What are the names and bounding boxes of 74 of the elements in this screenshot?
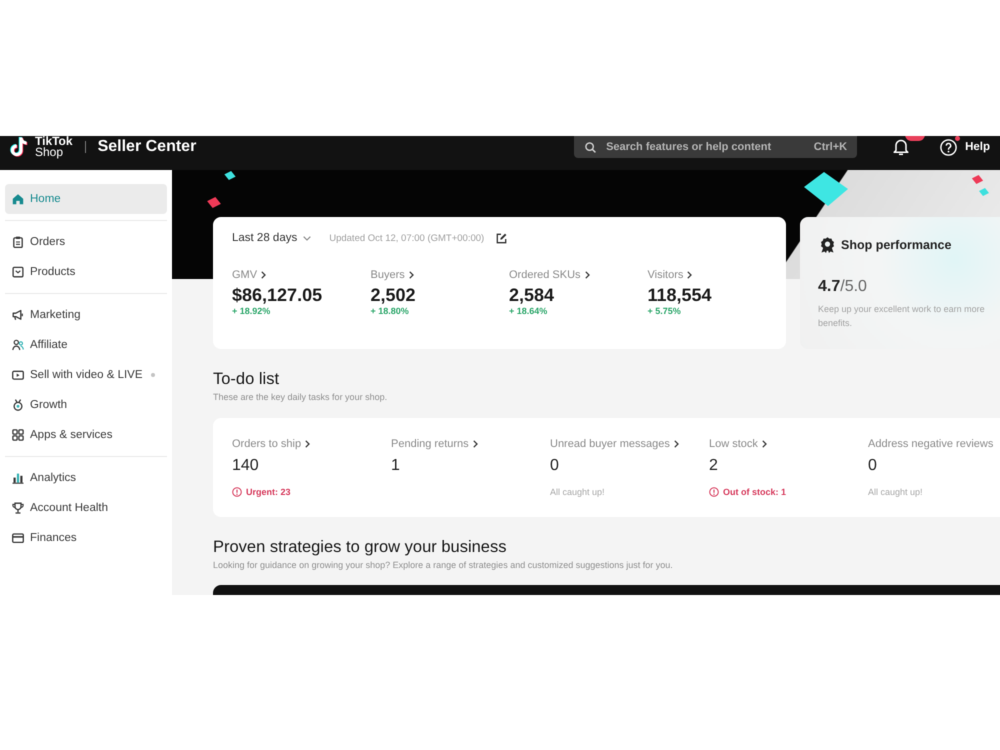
video-icon [12,369,24,381]
metric-change: + 18.80% [370,306,409,317]
chevron-icon [261,271,266,279]
card-icon [12,532,24,544]
period-dropdown[interactable]: Last 28 days [232,232,312,244]
confetti-icon [804,172,848,206]
notifications-button[interactable] [893,138,910,156]
chevron-icon [674,440,679,448]
todo-count: 2 [709,456,718,476]
alert-icon [709,487,719,497]
caret-icon [303,236,312,240]
sidebar-item[interactable]: Affiliate [5,330,167,360]
sidebar-item[interactable]: Analytics [5,463,167,493]
trophy-icon [12,502,24,514]
bell-icon [893,138,910,156]
metric-value: 2,502 [370,284,416,306]
chevron-icon [687,271,692,279]
section-subtitle: Looking for guidance on growing your shop? Explore a range of strategies and customized suggestions just for you. [213,559,673,571]
package-icon [12,266,24,278]
status-text: All caught up! [550,486,605,498]
confetti-icon [207,197,221,208]
section-title: Proven strategies to grow your business [213,537,506,557]
section-title: To-do list [213,369,280,389]
sidebar-item[interactable]: Sell with video & LIVE [5,360,167,390]
alert-text: Out of stock: 1 [723,486,786,498]
chevron-icon [305,440,310,448]
sidebar-item[interactable]: Marketing [5,300,167,330]
alert-text: Urgent: 23 [246,486,291,498]
logo-text: TikTok [35,136,73,147]
sidebar-item[interactable]: Apps & services [5,420,167,450]
clipboard-icon [12,236,24,248]
help-button[interactable]: Help [940,138,990,156]
metric-value: 2,584 [509,284,554,306]
shortcut-hint: Ctrl+K [814,140,848,155]
metric-change: + 18.92% [232,306,270,317]
edit-icon[interactable] [496,232,508,244]
app-title: Seller Center [98,137,196,157]
grid-icon [12,429,24,441]
status-text: All caught up! [868,486,923,498]
bar-chart-icon [12,472,24,484]
sidebar-item[interactable]: Products [5,257,167,287]
confetti-icon [979,188,989,196]
chevron-icon [408,271,414,279]
music-note-logo-icon [10,136,28,158]
sidebar-item[interactable]: Account Health [5,493,167,523]
todo-count: 140 [232,456,259,476]
confetti-icon [971,175,984,184]
sidebar-item[interactable]: Growth [5,390,167,420]
metric-value: 118,554 [648,284,712,306]
performance-score: 4.7/5.0 [818,277,867,297]
medal-icon [12,399,24,411]
todo-count: 1 [391,456,400,476]
home-icon [12,193,24,205]
search-icon [585,142,596,152]
section-subtitle: These are the key daily tasks for your shop. [213,391,388,403]
todo-count: 0 [868,456,877,476]
chevron-icon [584,271,590,279]
chevron-icon [762,440,767,448]
logo-subtext: Shop [35,147,64,158]
metric-change: + 5.75% [648,306,681,317]
card-title: Shop performance [841,238,952,252]
chevron-icon [472,440,478,448]
todo-count: 0 [550,456,559,476]
help-icon [940,138,958,156]
medal-icon [820,237,835,253]
alert-icon [232,487,242,497]
card-message: Keep up your excellent work to earn more benefits. [818,303,986,330]
people-icon [12,339,24,351]
megaphone-icon [12,309,24,321]
metric-change: + 18.64% [509,306,548,317]
updated-time: Updated Oct 12, 07:00 (GMT+00:00) [329,232,484,244]
sidebar-item[interactable]: Orders [5,227,167,257]
sidebar-item[interactable]: Finances [5,523,167,553]
metric-value: $86,127.05 [232,284,322,306]
